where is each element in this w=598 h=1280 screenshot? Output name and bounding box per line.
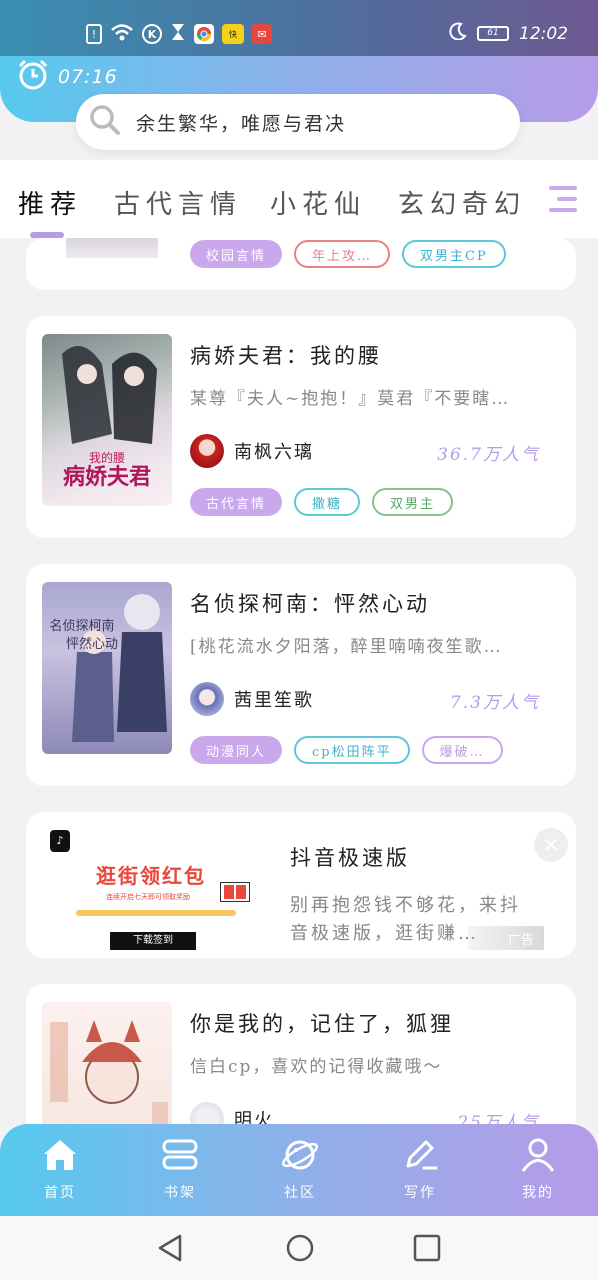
- k-app-icon: K: [142, 24, 162, 44]
- red-envelope-icon: [220, 882, 250, 902]
- douyin-logo-icon: ♪: [50, 830, 70, 852]
- search-bar[interactable]: 余生繁华，唯愿与君决: [76, 94, 520, 150]
- bottom-navigation: 首页 书架 社区 写作 我的: [0, 1124, 598, 1216]
- ad-download-button[interactable]: 下载签到: [110, 932, 196, 950]
- nav-label: 首页: [44, 1185, 76, 1201]
- back-icon[interactable]: [156, 1232, 186, 1268]
- nav-label: 社区: [284, 1185, 316, 1201]
- ad-image-headline: 逛街领红包: [96, 864, 206, 888]
- book-title: 病娇夫君：我的腰: [190, 344, 382, 368]
- tag[interactable]: 双男主: [372, 488, 454, 516]
- tag[interactable]: 古代言情: [190, 488, 283, 516]
- author-info: 茜里笙歌: [190, 682, 314, 716]
- tag[interactable]: 爆破…: [421, 736, 503, 764]
- book-description: [桃花流水夕阳落，醉里喃喃夜笙歌…: [190, 637, 503, 657]
- kuaiyin-icon: 快: [222, 24, 244, 44]
- ad-image[interactable]: ♪ 逛街领红包 连续开启七天即可领取奖励 下载签到: [46, 826, 274, 950]
- tag[interactable]: 双男主CP: [402, 240, 506, 268]
- tab-menu-icon[interactable]: [549, 184, 581, 218]
- alarm-indicator: 07:16: [16, 58, 118, 96]
- alert-icon: !: [86, 24, 102, 44]
- tag[interactable]: 动漫同人: [190, 736, 283, 764]
- author-avatar: [190, 682, 224, 716]
- tab-recommend[interactable]: 推荐: [18, 184, 82, 221]
- book-cover[interactable]: 我的腰 病娇夫君: [42, 334, 172, 506]
- nav-label: 我的: [522, 1185, 554, 1201]
- popularity-count: 36.7万人气: [437, 445, 540, 465]
- status-bar: ! K 快 ✉ 61 12:02: [0, 0, 598, 56]
- book-description: 某尊『夫人~抱抱！』莫君『不要瞎…: [190, 389, 511, 409]
- planet-icon: [280, 1140, 320, 1178]
- book-title: 名侦探柯南：怦然心动: [190, 592, 430, 616]
- nav-community[interactable]: 社区: [260, 1136, 340, 1202]
- chrome-icon: [194, 24, 214, 44]
- tag[interactable]: 年上攻…: [294, 240, 391, 268]
- svg-text:我的腰: 我的腰: [89, 450, 125, 465]
- book-card[interactable]: 校园言情 年上攻… 双男主CP: [26, 238, 576, 290]
- tag[interactable]: cp松田阵平: [294, 736, 410, 764]
- mail-icon: ✉: [252, 24, 272, 44]
- nav-label: 书架: [164, 1185, 196, 1201]
- search-icon: [88, 103, 122, 141]
- ad-title: 抖音极速版: [290, 846, 410, 870]
- system-navigation-bar: [0, 1216, 598, 1280]
- tag-list: 古代言情 撒糖 双男主: [190, 488, 454, 516]
- book-card[interactable]: 我的腰 病娇夫君 病娇夫君：我的腰 某尊『夫人~抱抱！』莫君『不要瞎… 南枫六璃…: [26, 316, 576, 538]
- tab-little-flower-fairy[interactable]: 小花仙: [270, 184, 366, 221]
- alarm-icon: [16, 58, 50, 96]
- ad-card[interactable]: ♪ 逛街领红包 连续开启七天即可领取奖励 下载签到 抖音极速版 别再抱怨钱不够花…: [26, 812, 576, 958]
- author-name: 茜里笙歌: [234, 690, 314, 711]
- search-placeholder: 余生繁华，唯愿与君决: [136, 112, 347, 135]
- person-icon: [518, 1138, 558, 1178]
- book-description: 信白cp，喜欢的记得收藏哦～: [190, 1057, 443, 1077]
- nav-write[interactable]: 写作: [380, 1136, 460, 1202]
- svg-text:怦然心动: 怦然心动: [66, 636, 118, 652]
- tab-ancient-romance[interactable]: 古代言情: [114, 184, 242, 221]
- pencil-icon: [400, 1140, 440, 1178]
- tag[interactable]: 撒糖: [294, 488, 361, 516]
- nav-bookshelf[interactable]: 书架: [140, 1136, 220, 1202]
- author-name: 南枫六璃: [234, 442, 314, 463]
- close-icon[interactable]: ✕: [534, 828, 568, 862]
- tab-fantasy[interactable]: 玄幻奇幻: [398, 184, 526, 221]
- recent-apps-icon[interactable]: [412, 1232, 442, 1268]
- category-tabs: 推荐 古代言情 小花仙 玄幻奇幻: [0, 160, 598, 238]
- status-time: 12:02: [519, 23, 568, 44]
- home-icon: [40, 1140, 80, 1178]
- svg-text:名侦探柯南: 名侦探柯南: [49, 618, 114, 634]
- svg-text:病娇夫君: 病娇夫君: [63, 464, 151, 490]
- book-cover[interactable]: [42, 1002, 172, 1144]
- book-title: 你是我的，记住了，狐狸: [190, 1012, 454, 1036]
- home-button-icon[interactable]: [284, 1232, 316, 1268]
- moon-icon: [449, 22, 467, 45]
- book-card[interactable]: 你是我的，记住了，狐狸 信白cp，喜欢的记得收藏哦～ 明火 25万人气: [26, 984, 576, 1144]
- nav-label: 写作: [404, 1185, 436, 1201]
- hourglass-icon: [170, 22, 186, 46]
- bookshelf-icon: [160, 1139, 200, 1178]
- book-cover: [66, 238, 158, 258]
- nav-home[interactable]: 首页: [20, 1136, 100, 1202]
- tag-list: 动漫同人 cp松田阵平 爆破…: [190, 736, 503, 764]
- author-info: 南枫六璃: [190, 434, 314, 468]
- ad-image-subtext: 连续开启七天即可领取奖励: [106, 893, 190, 901]
- ad-progress-bar: [76, 910, 236, 916]
- alarm-time: 07:16: [58, 66, 118, 88]
- tag[interactable]: 校园言情: [190, 240, 283, 268]
- book-cover[interactable]: 名侦探柯南 怦然心动: [42, 582, 172, 754]
- tag-list: 校园言情 年上攻… 双男主CP: [190, 240, 506, 268]
- popularity-count: 7.3万人气: [449, 693, 540, 713]
- nav-profile[interactable]: 我的: [498, 1136, 578, 1202]
- battery-indicator: 61: [477, 26, 509, 41]
- author-avatar: [190, 434, 224, 468]
- wifi-icon: [110, 22, 134, 46]
- ad-badge: 广告: [467, 926, 544, 950]
- book-card[interactable]: 名侦探柯南 怦然心动 名侦探柯南：怦然心动 [桃花流水夕阳落，醉里喃喃夜笙歌… …: [26, 564, 576, 786]
